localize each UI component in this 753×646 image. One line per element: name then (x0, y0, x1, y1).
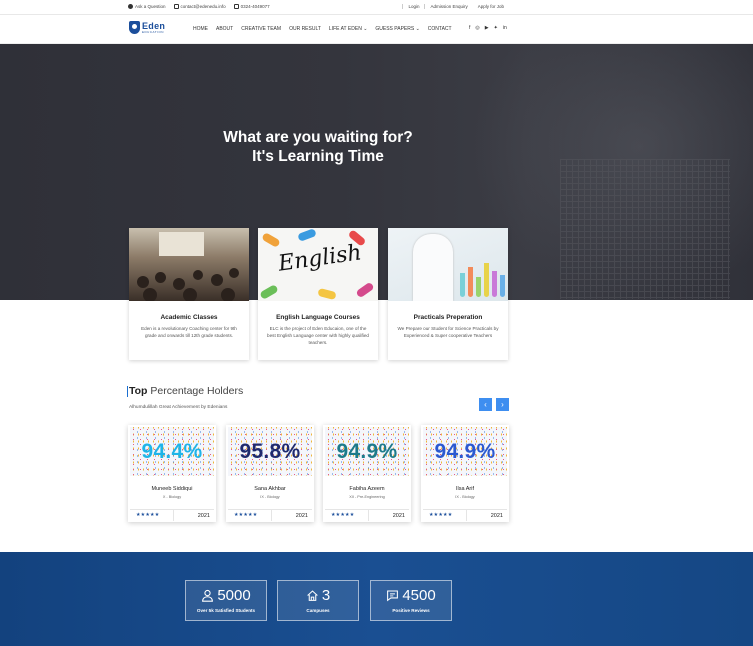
ask-question-link[interactable]: Ask a Question (128, 4, 166, 9)
facebook-icon[interactable]: f (469, 25, 470, 31)
rating-stars: ★★★★★ (331, 512, 355, 518)
holder-name: Muneeb Siddiqui (151, 486, 193, 492)
nav-contact[interactable]: CONTACT (428, 26, 452, 32)
holder-year: 2021 (490, 513, 503, 519)
logo[interactable]: Eden EDUCATION (129, 21, 165, 34)
stat-value: 4500 (402, 587, 436, 604)
mail-icon (173, 4, 179, 9)
holder-class: IX - Biology (260, 495, 280, 499)
phone-icon (233, 4, 239, 9)
stat-campuses: 3 Campuses (277, 580, 359, 621)
section-title: Top Percentage Holders (126, 385, 244, 397)
holder-card[interactable]: 94.9% Fabiha Azeem XII - Pre-Engineering… (323, 425, 411, 522)
card-english-language[interactable]: English English Language Courses ELC is … (258, 228, 378, 360)
holder-card[interactable]: 95.8% Sana Akhbar IX - Biology ★★★★★ 202… (226, 425, 314, 522)
twitter-icon[interactable]: ✦ (494, 25, 498, 31)
nav-life-at-eden[interactable]: LIFE AT EDEN ⌄ (329, 26, 367, 32)
top-contact-group: Ask a Question contact@edenedu.info 0324… (128, 4, 270, 9)
carousel-prev-button[interactable]: ‹ (479, 398, 492, 411)
user-icon (202, 589, 214, 602)
card-text: ELC is the project of Eden Educaion, one… (267, 326, 369, 345)
card-text: We Prepare our Student for Science Pract… (397, 326, 499, 338)
login-link[interactable]: Login (402, 4, 424, 9)
email-link[interactable]: contact@edenedu.info (173, 4, 226, 9)
card-title: Academic Classes (160, 314, 218, 321)
hero-line-1: What are you waiting for? (223, 129, 413, 146)
classroom-image (129, 228, 249, 301)
card-academic-classes[interactable]: Academic Classes Eden is a revolutionary… (129, 228, 249, 360)
stats-band: 5000 Over 5k Satisfied Students 3 Campus… (0, 552, 753, 646)
nav-our-result[interactable]: OUR RESULT (289, 26, 321, 32)
english-word-art: English (276, 240, 364, 277)
phone-link[interactable]: 0324-4049077 (233, 4, 270, 9)
carousel-next-button[interactable]: › (496, 398, 509, 411)
top-links-group: Login Admission Enquiry Apply for Job (402, 4, 509, 9)
card-practicals-preparation[interactable]: Practicals Preperation We Prepare our St… (388, 228, 508, 360)
email-label: contact@edenedu.info (180, 4, 226, 9)
instagram-icon[interactable]: ◎ (475, 25, 479, 31)
lab-image (388, 228, 508, 301)
holder-name: Sana Akhbar (254, 486, 286, 492)
linkedin-icon[interactable]: in (503, 25, 507, 31)
holder-card-footer: ★★★★★ 2021 (228, 509, 312, 521)
stat-value: 5000 (217, 587, 251, 604)
card-title: Practicals Preperation (413, 314, 483, 321)
rating-stars: ★★★★★ (234, 512, 258, 518)
top-bar: Ask a Question contact@edenedu.info 0324… (0, 0, 753, 15)
hero-background-grid (560, 159, 730, 299)
holder-percentage: 94.9% (336, 440, 398, 463)
holder-class: XII - Pre-Engineering (349, 495, 385, 499)
holder-year: 2021 (295, 513, 308, 519)
stat-reviews: 4500 Positive Reviews (370, 580, 452, 621)
nav-about[interactable]: ABOUT (216, 26, 233, 32)
phone-label: 0324-4049077 (240, 4, 270, 9)
stat-label: Over 5k Satisfied Students (196, 608, 256, 613)
english-image: English (258, 228, 378, 301)
apply-job-link[interactable]: Apply for Job (473, 4, 509, 9)
holder-card-footer: ★★★★★ 2021 (325, 509, 409, 521)
holder-card[interactable]: 94.9% Ilsa Arif IX - Biology ★★★★★ 2021 (421, 425, 509, 522)
stat-value: 3 (321, 587, 331, 604)
nav-guess-papers[interactable]: GUESS PAPERS ⌄ (375, 26, 419, 32)
section-subtitle: Alhumdulillah Great Achievement by Edeni… (129, 405, 228, 410)
section-title-bold: Top (129, 385, 148, 397)
card-text: Eden is a revolutionary Coaching center … (141, 326, 237, 338)
main-nav: Eden EDUCATION HOME ABOUT CREATIVE TEAM … (0, 15, 753, 44)
holder-percentage: 94.9% (434, 440, 496, 463)
question-icon (128, 4, 133, 9)
youtube-icon[interactable]: ▶ (485, 25, 489, 31)
holder-name: Fabiha Azeem (349, 486, 385, 492)
holder-percentage: 94.4% (141, 440, 203, 463)
holder-class: IX - Biology (455, 495, 475, 499)
stat-students: 5000 Over 5k Satisfied Students (185, 580, 267, 621)
holder-percentage: 95.8% (239, 440, 301, 463)
holder-card-footer: ★★★★★ 2021 (130, 509, 214, 521)
section-title-rest: Percentage Holders (147, 385, 244, 397)
chat-icon (387, 590, 399, 602)
home-icon (307, 590, 318, 601)
stat-label: Positive Reviews (392, 608, 430, 613)
holder-card-footer: ★★★★★ 2021 (423, 509, 507, 521)
rating-stars: ★★★★★ (136, 512, 160, 518)
hero-heading: What are you waiting for? It's Learning … (0, 128, 636, 166)
holder-year: 2021 (392, 513, 405, 519)
holder-name: Ilsa Arif (455, 486, 475, 492)
shield-logo-icon (129, 21, 140, 34)
holder-class: X - Biology (162, 495, 182, 499)
holder-year: 2021 (197, 513, 210, 519)
card-title: English Language Courses (276, 314, 360, 321)
hero-line-2: It's Learning Time (252, 148, 384, 165)
logo-tagline: EDUCATION (142, 29, 164, 34)
stat-label: Campuses (306, 608, 330, 613)
rating-stars: ★★★★★ (429, 512, 453, 518)
social-links: f ◎ ▶ ✦ in (469, 25, 507, 31)
ask-question-label: Ask a Question (135, 4, 166, 9)
holder-card[interactable]: 94.4% Muneeb Siddiqui X - Biology ★★★★★ … (128, 425, 216, 522)
nav-menu: HOME ABOUT CREATIVE TEAM OUR RESULT LIFE… (193, 26, 452, 32)
nav-creative-team[interactable]: CREATIVE TEAM (241, 26, 281, 32)
admission-enquiry-link[interactable]: Admission Enquiry (424, 4, 472, 9)
nav-home[interactable]: HOME (193, 26, 208, 32)
